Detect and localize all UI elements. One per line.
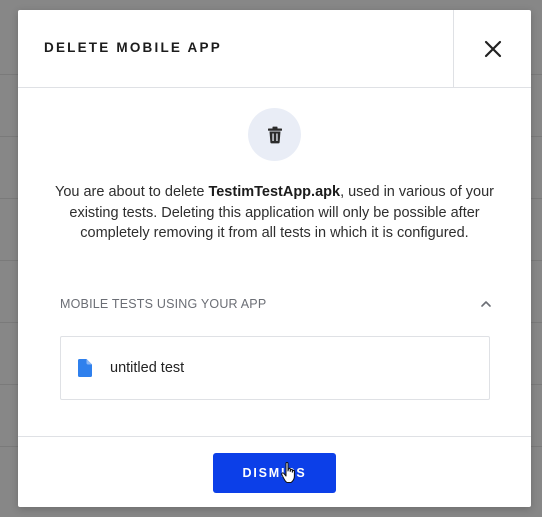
message-prefix: You are about to delete	[54, 184, 209, 200]
delete-warning-message: You are about to delete TestimTestApp.ap…	[48, 182, 501, 244]
hand-cursor-icon	[281, 462, 295, 483]
modal-title: DELETE MOBILE APP	[44, 40, 222, 55]
close-button[interactable]	[453, 10, 531, 87]
tests-section-title: MOBILE TESTS USING YOUR APP	[60, 297, 267, 311]
dismiss-button[interactable]: DISMISS	[213, 453, 336, 493]
app-name: TestimTestApp.apk	[208, 184, 341, 200]
modal-header: DELETE MOBILE APP	[18, 10, 531, 88]
tests-list: untitled test	[60, 336, 490, 400]
chevron-up-icon[interactable]	[480, 298, 492, 310]
list-item[interactable]: untitled test	[61, 337, 489, 399]
trash-icon	[267, 126, 282, 143]
delete-app-modal: DELETE MOBILE APP You are about to delet…	[18, 10, 531, 507]
test-name: untitled test	[110, 360, 185, 376]
tests-section-header[interactable]: MOBILE TESTS USING YOUR APP	[60, 296, 492, 316]
trash-icon-badge	[248, 108, 301, 161]
document-icon	[78, 359, 92, 377]
footer-divider	[18, 436, 531, 437]
close-icon	[484, 40, 501, 57]
